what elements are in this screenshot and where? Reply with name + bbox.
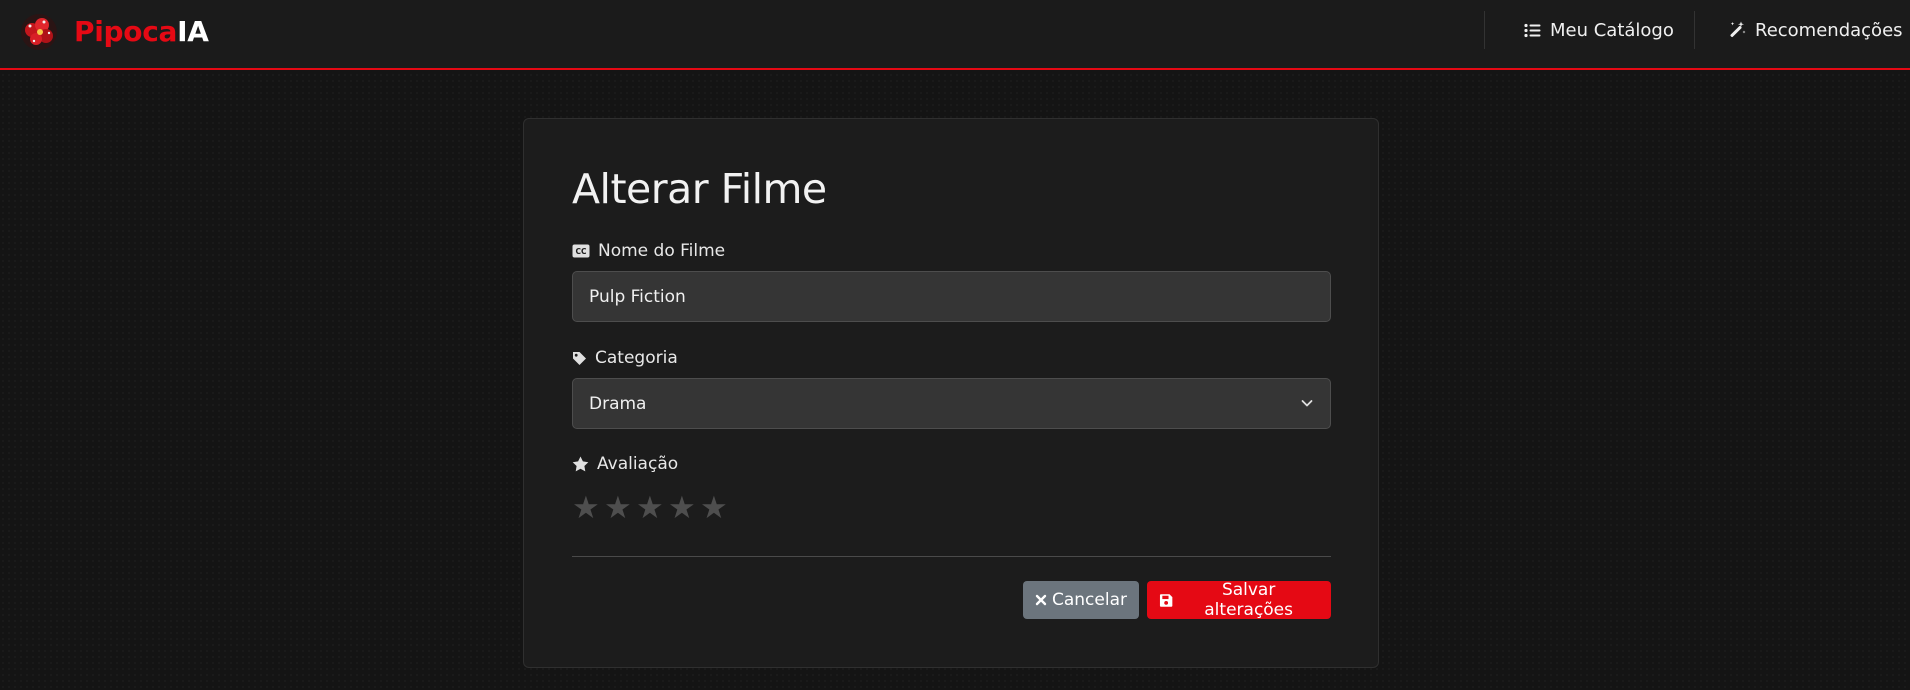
nav-link-catalog-label: Meu Catálogo <box>1550 19 1674 41</box>
edit-movie-card: Alterar Filme CC Nome do Filme Categoria… <box>523 118 1379 668</box>
brand-name: PipocaIA <box>74 15 209 48</box>
cancel-button-label: Cancelar <box>1052 590 1127 610</box>
category-label: Categoria <box>572 348 678 368</box>
rating-label: Avaliação <box>572 454 678 474</box>
floppy-disk-icon <box>1159 593 1173 607</box>
page-title: Alterar Filme <box>572 165 827 213</box>
brand-link[interactable]: PipocaIA <box>16 11 209 51</box>
movie-name-label: CC Nome do Filme <box>572 241 725 261</box>
rating-label-text: Avaliação <box>597 454 679 474</box>
list-icon <box>1524 23 1541 37</box>
nav-link-catalog[interactable]: Meu Catálogo <box>1524 17 1674 43</box>
star-icon[interactable]: ★ <box>668 490 700 526</box>
navbar: PipocaIA Meu Catálogo Recomendações <box>0 0 1910 70</box>
brand-name-white: IA <box>177 14 209 48</box>
save-button-label: Salvar alterações <box>1204 580 1294 620</box>
nav-link-recommendations-label: Recomendações <box>1755 19 1903 41</box>
category-select[interactable]: Drama <box>572 378 1331 429</box>
nav-link-recommendations[interactable]: Recomendações <box>1728 17 1903 43</box>
movie-name-label-text: Nome do Filme <box>598 241 726 261</box>
brand-name-red: Pipoca <box>74 14 178 48</box>
form-divider <box>572 556 1331 557</box>
star-icon[interactable]: ★ <box>572 490 604 526</box>
svg-text:CC: CC <box>575 247 587 256</box>
star-icon[interactable]: ★ <box>700 490 732 526</box>
closed-caption-icon: CC <box>572 244 590 258</box>
close-icon <box>1035 594 1047 606</box>
movie-name-input[interactable] <box>572 271 1331 322</box>
chevron-down-icon <box>1301 400 1313 407</box>
popcorn-icon <box>21 14 57 50</box>
cancel-button[interactable]: Cancelar <box>1023 581 1139 619</box>
star-icon[interactable]: ★ <box>604 490 636 526</box>
star-icon <box>572 456 589 472</box>
tag-icon <box>573 351 586 365</box>
category-selected-value: Drama <box>589 393 647 414</box>
star-rating[interactable]: ★ ★ ★ ★ ★ <box>572 490 732 526</box>
nav-divider <box>1694 11 1695 49</box>
category-label-text: Categoria <box>595 348 678 368</box>
magic-wand-icon <box>1730 21 1746 38</box>
save-button[interactable]: Salvar alterações <box>1147 580 1331 620</box>
nav-divider <box>1484 11 1485 49</box>
star-icon[interactable]: ★ <box>636 490 668 526</box>
